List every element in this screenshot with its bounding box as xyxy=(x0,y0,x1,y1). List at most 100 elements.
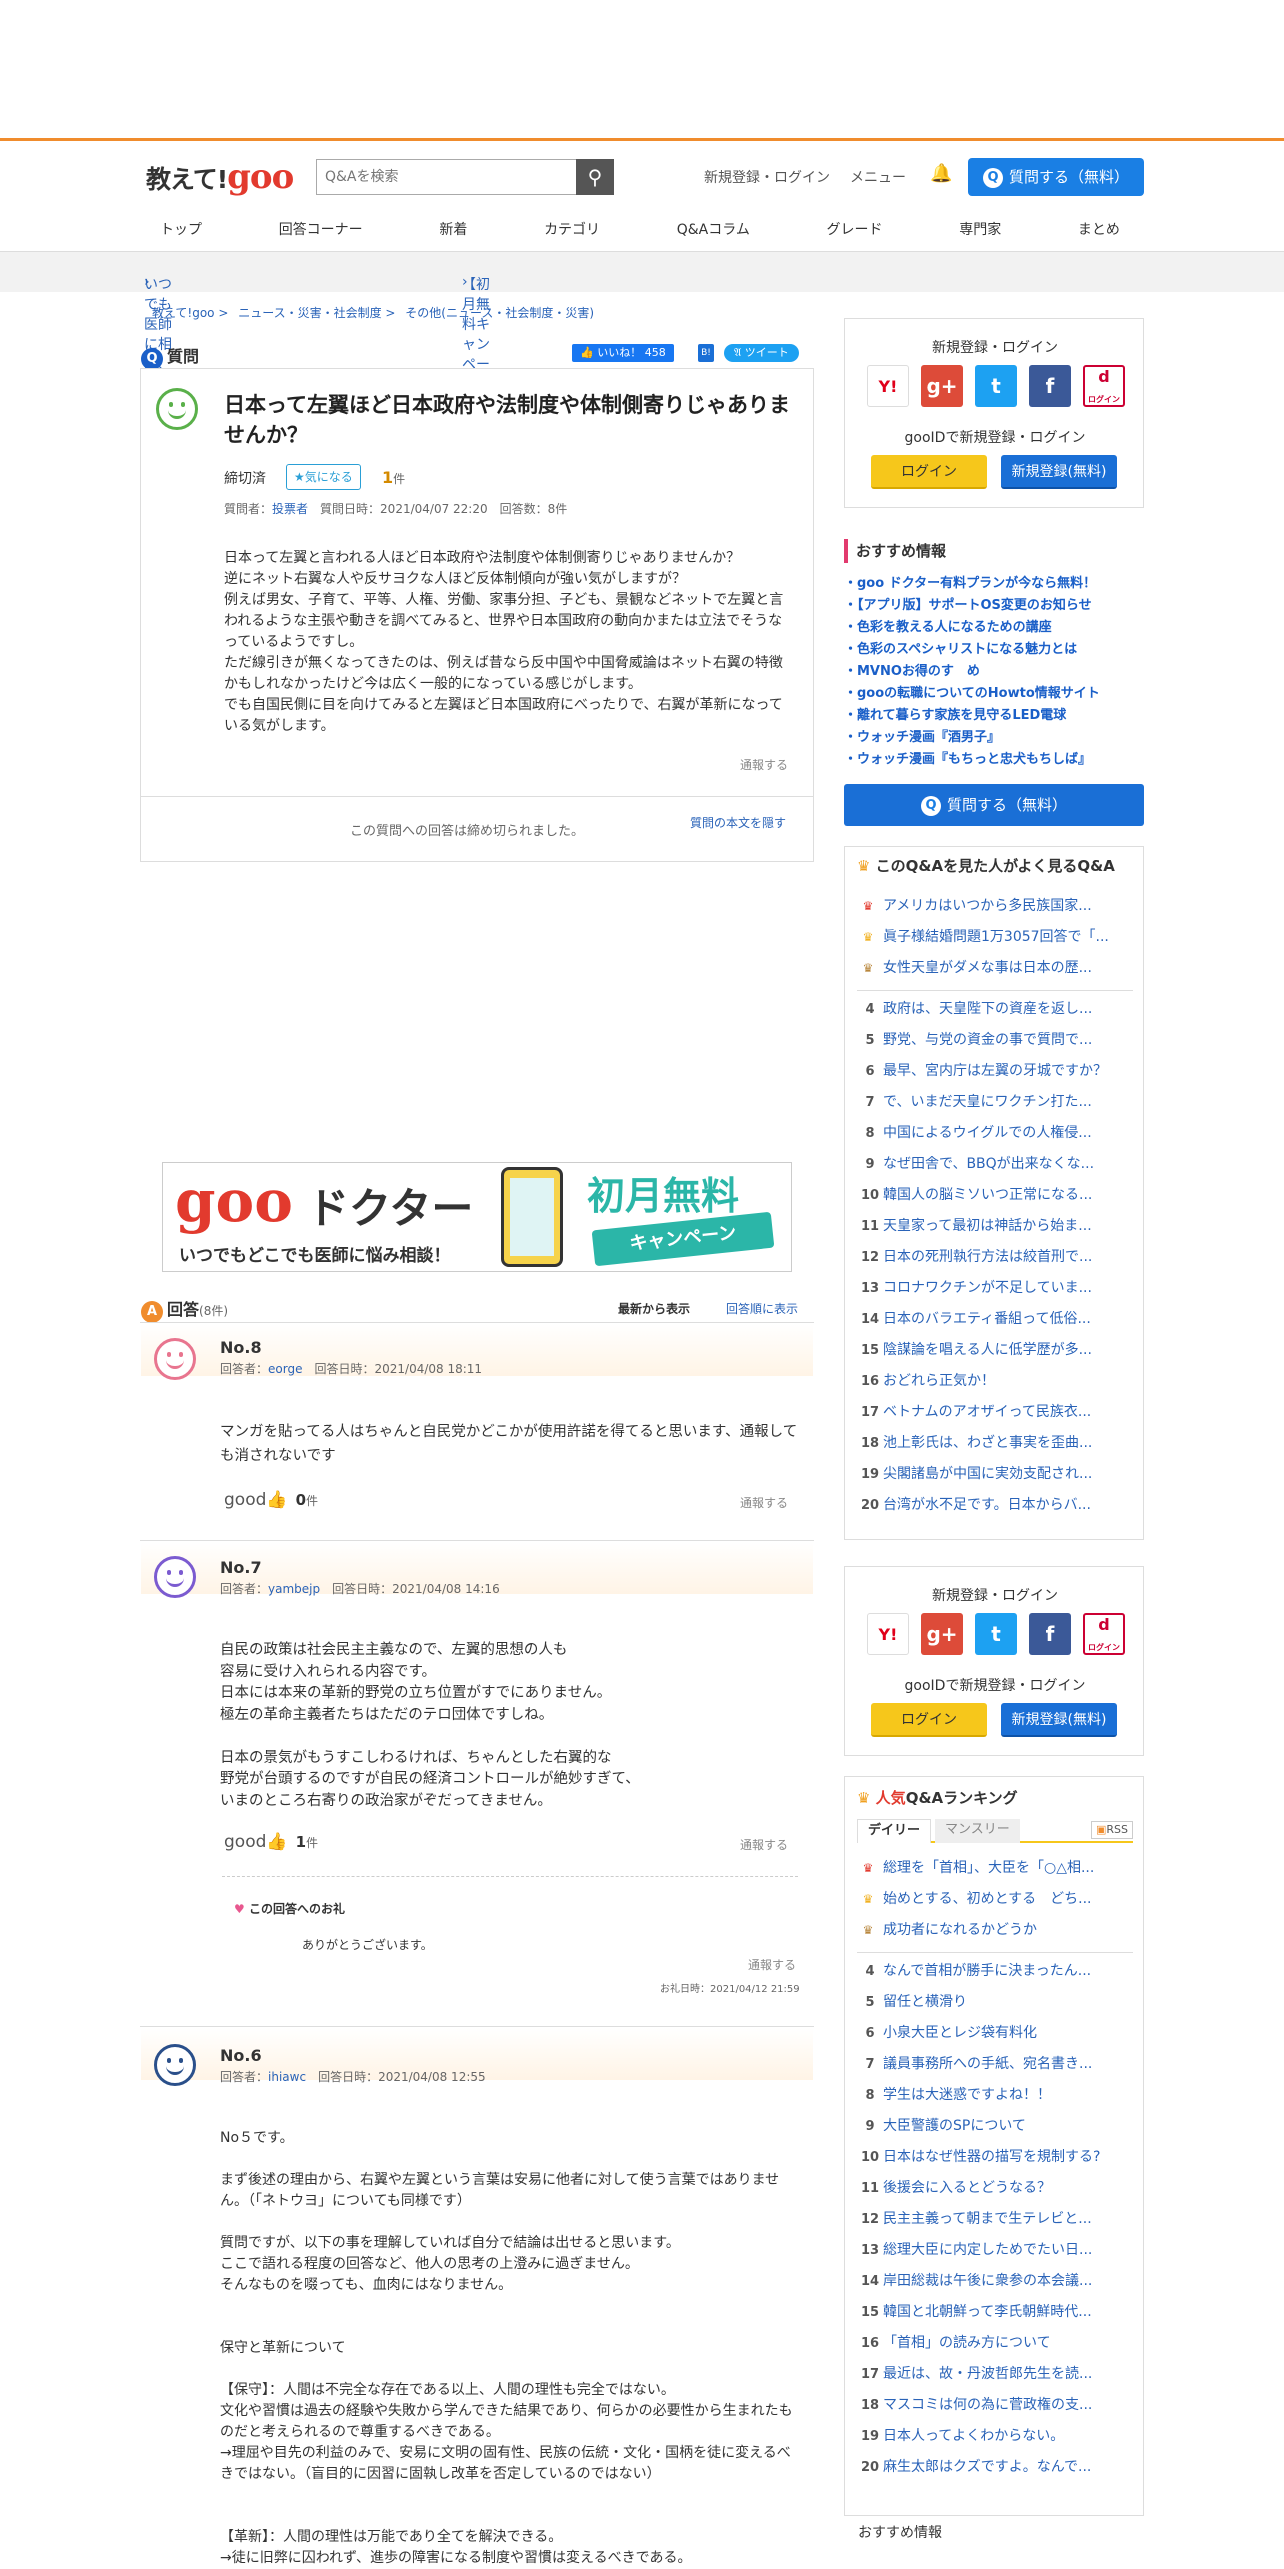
ranking-item[interactable]: 17 最近は、故・丹波哲郎先生を読... xyxy=(857,2363,1133,2394)
bell-icon[interactable]: 🔔 xyxy=(930,163,952,184)
ranking-item[interactable]: ♛ 始めとする、初めとする どち... xyxy=(857,1888,1133,1919)
gooDoctor-ad-banner[interactable]: goo ドクター いつでもどこでも医師に悩み相談！ 初月無料 キャンペーン xyxy=(162,1162,792,1272)
ranking-item[interactable]: 10 韓国人の脳ミソいつ正常になる... xyxy=(857,1184,1133,1215)
menu-link[interactable]: メニュー xyxy=(850,167,906,187)
ranking-item[interactable]: 14 岸田総裁は午後に衆参の本会議... xyxy=(857,2270,1133,2301)
sort-newest[interactable]: 最新から表示 xyxy=(618,1300,690,1317)
ranking-item[interactable]: 14 日本のバラエティ番組って低俗... xyxy=(857,1308,1133,1339)
recommended-item[interactable]: ・ウォッチ漫画『酒男子』 xyxy=(844,727,1144,749)
responder-link[interactable]: eorge xyxy=(268,1362,302,1376)
docomo-icon[interactable]: d ログイン xyxy=(1083,365,1125,407)
login-button[interactable]: ログイン xyxy=(871,1703,987,1737)
twitter-icon[interactable]: t xyxy=(975,1613,1017,1655)
recommended-item[interactable]: ・ウォッチ漫画『もちっと忠犬もちしば』 xyxy=(844,749,1144,771)
breadcrumb-item[interactable]: その他(ニュース・社会制度・災害) xyxy=(405,306,594,320)
ranking-item[interactable]: 12 民主主義って朝まで生テレビと... xyxy=(857,2208,1133,2239)
facebook-icon[interactable]: f xyxy=(1029,1613,1071,1655)
ranking-item[interactable]: ♛ 女性天皇がダメな事は日本の歴... xyxy=(857,957,1133,988)
ranking-item[interactable]: 20 台湾が水不足です。日本からバ... xyxy=(857,1494,1133,1525)
yahoo-icon[interactable]: Y! xyxy=(867,1613,909,1655)
good-button[interactable]: good👍 0件 xyxy=(224,1490,318,1510)
ranking-item[interactable]: 17 ベトナムのアオザイって民族衣... xyxy=(857,1401,1133,1432)
site-logo[interactable]: 教えて!goo xyxy=(146,157,294,197)
ranking-item[interactable]: ♛ 眞子様結婚問題1万3057回答で「... xyxy=(857,926,1133,957)
ranking-item[interactable]: 13 コロナワクチンが不足していま... xyxy=(857,1277,1133,1308)
bookmark-icon[interactable]: B! xyxy=(698,344,714,362)
nav-item[interactable]: トップ xyxy=(140,219,222,239)
ranking-item[interactable]: 8 中国によるウイグルでの人権侵... xyxy=(857,1122,1133,1153)
ranking-item[interactable]: 20 麻生太郎はクズですよ。なんで... xyxy=(857,2456,1133,2487)
sidebar-ask-button[interactable]: Q 質問する（無料） xyxy=(844,784,1144,826)
ranking-item[interactable]: 15 陰謀論を唱える人に低学歴が多... xyxy=(857,1339,1133,1370)
ranking-item[interactable]: 4 政府は、天皇陛下の資産を返し... xyxy=(857,998,1133,1029)
report-link[interactable]: 通報する xyxy=(740,1494,788,1511)
report-link[interactable]: 通報する xyxy=(748,1956,796,1973)
search-button[interactable]: ⚲ xyxy=(576,159,614,195)
register-button[interactable]: 新規登録(無料) xyxy=(1001,455,1117,489)
nav-item[interactable]: 新着 xyxy=(419,219,487,239)
google-plus-icon[interactable]: g+ xyxy=(921,365,963,407)
register-button[interactable]: 新規登録(無料) xyxy=(1001,1703,1117,1737)
google-plus-icon[interactable]: g+ xyxy=(921,1613,963,1655)
ranking-item[interactable]: 8 学生は大迷惑ですよね！！ xyxy=(857,2084,1133,2115)
recommended-item[interactable]: ・gooの転職についてのHowto情報サイト xyxy=(844,683,1144,705)
ranking-item[interactable]: 19 日本人ってよくわからない。 xyxy=(857,2425,1133,2456)
nav-item[interactable]: グレード xyxy=(807,219,903,239)
ranking-item[interactable]: 9 なぜ田舎で、BBQが出来なくな... xyxy=(857,1153,1133,1184)
asker-link[interactable]: 投票者 xyxy=(272,502,308,516)
sort-order-link[interactable]: 回答順に表示 xyxy=(726,1300,798,1317)
nav-item[interactable]: まとめ xyxy=(1058,219,1140,239)
ranking-item[interactable]: 10 日本はなぜ性器の描写を規制する? xyxy=(857,2146,1133,2177)
breadcrumb-item[interactable]: ニュース・災害・社会制度 xyxy=(238,306,381,320)
nav-item[interactable]: 専門家 xyxy=(939,219,1021,239)
recommended-item[interactable]: ・MVNOお得のす め xyxy=(844,661,1144,683)
facebook-icon[interactable]: f xyxy=(1029,365,1071,407)
watch-button[interactable]: ★気になる xyxy=(286,464,361,490)
ranking-item[interactable]: 5 野党、与党の資金の事で質問で... xyxy=(857,1029,1133,1060)
rss-link[interactable]: ▣RSS xyxy=(1090,1821,1133,1839)
ask-question-button[interactable]: Q 質問する（無料） xyxy=(968,158,1144,196)
ranking-item[interactable]: 15 韓国と北朝鮮って李氏朝鮮時代... xyxy=(857,2301,1133,2332)
hide-body-link[interactable]: 質問の本文を隠す xyxy=(690,814,786,831)
tab-daily[interactable]: デイリー xyxy=(857,1819,932,1843)
nav-item[interactable]: カテゴリ xyxy=(524,219,620,239)
recommended-item[interactable]: ・離れて暮らす家族を見守るLED電球 xyxy=(844,705,1144,727)
ranking-item[interactable]: 11 後援会に入るとどうなる？ xyxy=(857,2177,1133,2208)
recommended-item[interactable]: ・色彩のスペシャリストになる魅力とは xyxy=(844,639,1144,661)
ranking-item[interactable]: 16 おどれら正気か！ xyxy=(857,1370,1133,1401)
tab-monthly[interactable]: マンスリー xyxy=(935,1819,1020,1843)
docomo-icon[interactable]: d ログイン xyxy=(1083,1613,1125,1655)
tweet-button[interactable]: 𝔄 ツイート xyxy=(724,344,799,362)
ranking-item[interactable]: 5 留任と横滑り xyxy=(857,1991,1133,2022)
like-button[interactable]: 👍 いいね！ 458 xyxy=(572,344,674,362)
responder-link[interactable]: ihiawc xyxy=(268,2070,306,2084)
ranking-item[interactable]: 11 天皇家って最初は神話から始ま... xyxy=(857,1215,1133,1246)
ranking-item[interactable]: 16 「首相」の読み方について xyxy=(857,2332,1133,2363)
ranking-item[interactable]: 6 最早、宮内庁は左翼の牙城ですか？ xyxy=(857,1060,1133,1091)
report-link[interactable]: 通報する xyxy=(740,756,788,773)
ranking-item[interactable]: 18 マスコミは何の為に菅政権の支... xyxy=(857,2394,1133,2425)
twitter-icon[interactable]: t xyxy=(975,365,1017,407)
search-input[interactable] xyxy=(317,160,575,194)
report-link[interactable]: 通報する xyxy=(740,1836,788,1853)
recommended-item[interactable]: ・【アプリ版】サポートOS変更のお知らせ xyxy=(844,595,1144,617)
signup-login-link[interactable]: 新規登録・ログイン xyxy=(704,167,830,187)
nav-item[interactable]: Q&Aコラム xyxy=(657,219,770,239)
ranking-item[interactable]: 4 なんで首相が勝手に決まったん... xyxy=(857,1960,1133,1991)
ranking-item[interactable]: 9 大臣警護のSPについて xyxy=(857,2115,1133,2146)
recommended-item[interactable]: ・色彩を教える人になるための講座 xyxy=(844,617,1144,639)
ranking-item[interactable]: 13 総理大臣に内定しためでたい日... xyxy=(857,2239,1133,2270)
ranking-item[interactable]: 7 で、いまだ天皇にワクチン打た... xyxy=(857,1091,1133,1122)
ranking-item[interactable]: 7 議員事務所への手紙、宛名書き... xyxy=(857,2053,1133,2084)
yahoo-icon[interactable]: Y! xyxy=(867,365,909,407)
responder-link[interactable]: yambejp xyxy=(268,1582,320,1596)
breadcrumb-item[interactable]: 教えて!goo xyxy=(152,306,215,320)
ranking-item[interactable]: 12 日本の死刑執行方法は絞首刑で... xyxy=(857,1246,1133,1277)
ranking-item[interactable]: ♛ 成功者になれるかどうか xyxy=(857,1919,1133,1950)
ranking-item[interactable]: ♛ 総理を「首相」、大臣を「○△相... xyxy=(857,1857,1133,1888)
ranking-item[interactable]: ♛ アメリカはいつから多民族国家... xyxy=(857,895,1133,926)
good-button[interactable]: good👍 1件 xyxy=(224,1832,318,1852)
nav-item[interactable]: 回答コーナー xyxy=(259,219,383,239)
recommended-item[interactable]: ・goo ドクター有料プランが今なら無料！ xyxy=(844,573,1144,595)
ranking-item[interactable]: 6 小泉大臣とレジ袋有料化 xyxy=(857,2022,1133,2053)
